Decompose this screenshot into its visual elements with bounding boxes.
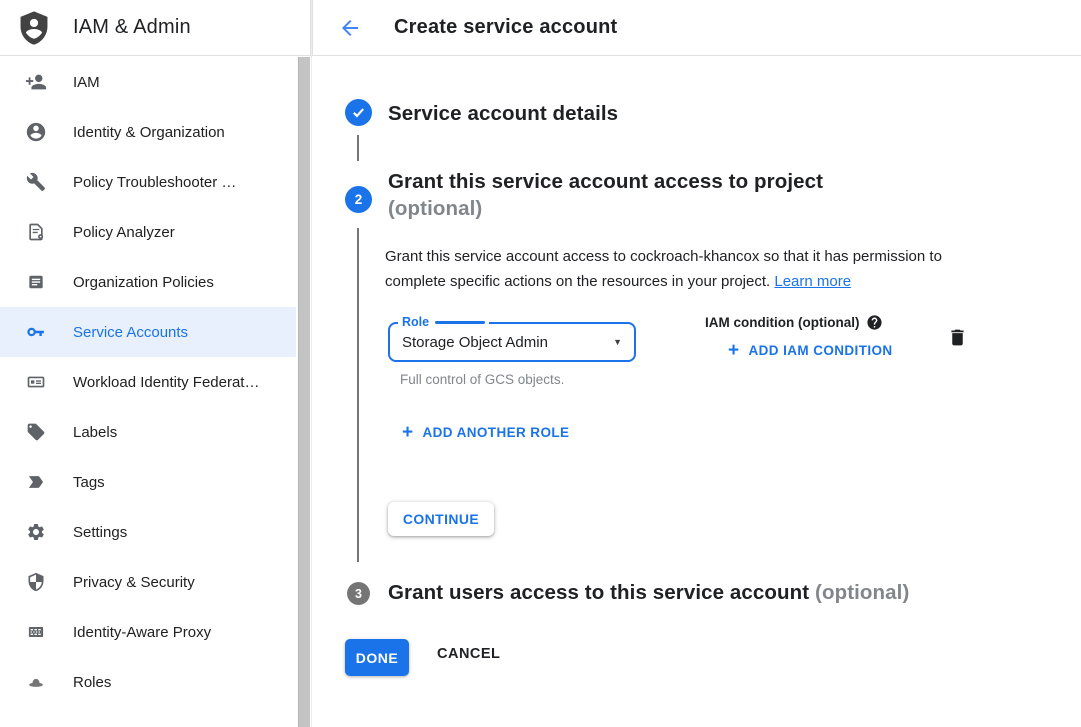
main-header: Create service account — [312, 0, 1081, 56]
continue-button[interactable]: CONTINUE — [388, 502, 494, 536]
done-button[interactable]: DONE — [345, 639, 409, 676]
sidebar-item-label: Settings — [73, 524, 127, 541]
person-add-icon — [24, 70, 48, 94]
step3-title: Grant users access to this service accou… — [388, 581, 809, 604]
add-another-role-label: ADD ANOTHER ROLE — [423, 425, 570, 440]
document-gear-icon — [24, 220, 48, 244]
sidebar: IAM & Admin IAM Identity & Organization … — [0, 0, 312, 727]
tag-arrow-icon — [24, 470, 48, 494]
sidebar-nav: IAM Identity & Organization Policy Troub… — [0, 57, 296, 707]
step-connector-line — [357, 228, 359, 562]
badge-card-icon — [24, 370, 48, 394]
step3-number-badge: 3 — [347, 582, 370, 605]
sidebar-scrollbar[interactable] — [298, 57, 310, 727]
sidebar-item-label: Policy Analyzer — [73, 224, 175, 241]
sidebar-item-settings[interactable]: Settings — [0, 507, 296, 557]
sidebar-item-organization-policies[interactable]: Organization Policies — [0, 257, 296, 307]
learn-more-link[interactable]: Learn more — [774, 273, 851, 290]
step2-optional-label: (optional) — [388, 195, 1008, 222]
sidebar-item-label: Policy Troubleshooter … — [73, 174, 236, 191]
sidebar-item-service-accounts[interactable]: Service Accounts — [0, 307, 296, 357]
trash-icon — [947, 327, 968, 348]
sidebar-item-label: Service Accounts — [73, 324, 188, 341]
role-dropdown[interactable]: Role Storage Object Admin ▼ — [388, 322, 636, 362]
plus-icon: + — [402, 423, 414, 442]
step2-number-badge: 2 — [345, 186, 372, 213]
add-iam-condition-label: ADD IAM CONDITION — [749, 343, 893, 358]
step1-heading[interactable]: Service account details — [388, 100, 618, 127]
delete-role-button[interactable] — [947, 327, 968, 348]
add-another-role-button[interactable]: + ADD ANOTHER ROLE — [402, 423, 569, 442]
checkmark-icon — [351, 105, 366, 120]
dropdown-caret-icon: ▼ — [613, 337, 622, 347]
cancel-button[interactable]: CANCEL — [437, 646, 500, 662]
iam-condition-label: IAM condition (optional) — [705, 315, 859, 330]
sidebar-item-policy-troubleshooter[interactable]: Policy Troubleshooter … — [0, 157, 296, 207]
back-button[interactable] — [337, 15, 363, 41]
sidebar-item-label: Organization Policies — [73, 274, 214, 291]
step3-heading[interactable]: Grant users access to this service accou… — [388, 579, 1048, 606]
sidebar-item-labels[interactable]: Labels — [0, 407, 296, 457]
sidebar-item-roles[interactable]: Roles — [0, 657, 296, 707]
gear-icon — [24, 520, 48, 544]
scrollbar-thumb[interactable] — [298, 57, 310, 727]
sidebar-item-label: Tags — [73, 474, 105, 491]
plus-icon: + — [728, 341, 740, 360]
step1-complete-icon — [345, 99, 372, 126]
sidebar-item-label: Identity-Aware Proxy — [73, 624, 211, 641]
sidebar-item-privacy-security[interactable]: Privacy & Security — [0, 557, 296, 607]
shield-half-icon — [24, 570, 48, 594]
step3-optional-label: (optional) — [815, 581, 909, 604]
back-arrow-icon — [338, 16, 362, 40]
step3-number: 3 — [355, 587, 362, 601]
page-title: Create service account — [394, 16, 617, 39]
role-selected-value: Storage Object Admin — [402, 334, 613, 351]
step2-title: Grant this service account access to pro… — [388, 168, 1008, 195]
label-tag-icon — [24, 420, 48, 444]
sidebar-item-tags[interactable]: Tags — [0, 457, 296, 507]
step2-heading: Grant this service account access to pro… — [388, 168, 1008, 222]
step-connector-line — [357, 135, 359, 161]
document-lines-icon — [24, 270, 48, 294]
sidebar-item-label: Roles — [73, 674, 111, 691]
role-helper-text: Full control of GCS objects. — [400, 372, 564, 387]
hat-icon — [24, 670, 48, 694]
add-iam-condition-button[interactable]: + ADD IAM CONDITION — [728, 341, 893, 360]
wrench-icon — [24, 170, 48, 194]
proxy-grid-icon — [24, 620, 48, 644]
sidebar-item-label: Labels — [73, 424, 117, 441]
help-icon[interactable] — [866, 314, 883, 331]
sidebar-header: IAM & Admin — [0, 0, 311, 56]
account-circle-icon — [24, 120, 48, 144]
sidebar-item-label: Workload Identity Federat… — [73, 374, 259, 391]
step2-number: 2 — [355, 192, 363, 207]
service-account-key-icon — [24, 320, 48, 344]
role-field-label: Role — [398, 315, 489, 329]
sidebar-item-identity-aware-proxy[interactable]: Identity-Aware Proxy — [0, 607, 296, 657]
sidebar-item-iam[interactable]: IAM — [0, 57, 296, 107]
sidebar-item-label: IAM — [73, 74, 100, 91]
sidebar-item-label: Privacy & Security — [73, 574, 195, 591]
app-title: IAM & Admin — [73, 16, 191, 39]
step2-description: Grant this service account access to coc… — [385, 244, 981, 294]
iam-admin-shield-icon — [14, 8, 54, 48]
create-service-account-form: Service account details 2 Grant this ser… — [312, 56, 1081, 727]
step2-description-text: Grant this service account access to coc… — [385, 248, 942, 290]
sidebar-item-policy-analyzer[interactable]: Policy Analyzer — [0, 207, 296, 257]
sidebar-item-workload-identity-federation[interactable]: Workload Identity Federat… — [0, 357, 296, 407]
sidebar-item-identity-organization[interactable]: Identity & Organization — [0, 107, 296, 157]
iam-condition-label-row: IAM condition (optional) — [705, 314, 883, 331]
sidebar-item-label: Identity & Organization — [73, 124, 225, 141]
